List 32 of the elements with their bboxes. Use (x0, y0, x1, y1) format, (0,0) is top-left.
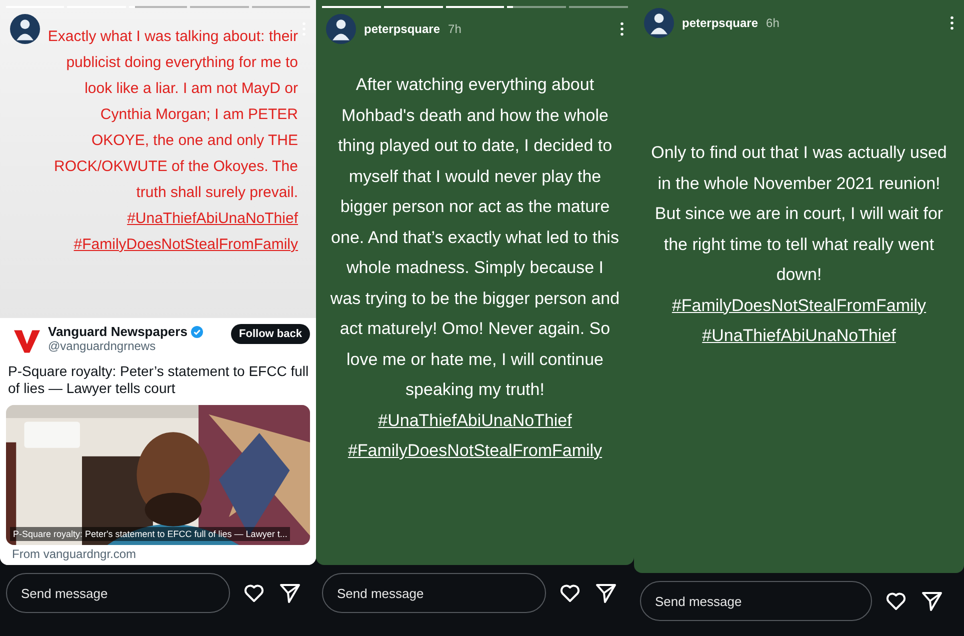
send-icon[interactable] (278, 581, 302, 605)
post-time: 6h (766, 16, 780, 30)
hashtag-link[interactable]: #UnaThiefAbiUnaNoThief (127, 206, 298, 232)
send-icon[interactable] (594, 581, 618, 605)
account-handle: @vanguardngrnews (48, 339, 157, 353)
more-options-icon[interactable] (620, 22, 624, 36)
hashtag-link[interactable]: #FamilyDoesNotStealFromFamily (672, 290, 926, 321)
username[interactable]: peterpsquare (364, 22, 440, 36)
follow-back-button[interactable]: Follow back (231, 324, 310, 344)
story-text: After watching everything about Mohbad's death and how the whole thing played out to date, I decided to myself that I would never play the bigger person nor act as the mature one. And that’s exactly what led to this whole madness. Simply because I was trying to be the bigger person and act maturely! Omo! Never again. So love me or hate me, I will continue speaking my truth! (330, 74, 620, 401)
hashtag-link[interactable]: #FamilyDoesNotStealFromFamily (348, 436, 602, 466)
hashtag-link[interactable]: #UnaThiefAbiUnaNoThief (702, 321, 896, 352)
send-icon[interactable] (920, 589, 944, 613)
hashtag-link[interactable]: #UnaThiefAbiUnaNoThief (378, 406, 572, 436)
story-text: Only to find out that I was actually used in the whole November 2021 reunion! But since we are in court, I will wait for the right time to tell what really went down! (650, 142, 948, 286)
send-message-field[interactable]: Send message (6, 573, 230, 613)
account-name: Vanguard Newspapers (48, 324, 188, 339)
image-caption: P-Square royalty: Peter's statement to EFCC full of lies — Lawyer t... (10, 527, 290, 541)
send-message-field[interactable]: Send message (640, 581, 872, 621)
link-source[interactable]: From vanguardngr.com (12, 547, 310, 561)
post-time: 7h (448, 22, 462, 36)
more-options-icon[interactable] (950, 16, 954, 30)
story-text: Exactly what I was talking about: their publicist doing everything for me to look like a liar. I am not MayD or Cynthia Morgan; I am PETER OKOYE, the one and only THE ROCK/OKWUTE of the Okoyes. The truth shall surely prevail. (46, 27, 298, 203)
avatar[interactable] (10, 14, 40, 44)
username[interactable]: peterpsquare (682, 16, 758, 30)
avatar[interactable] (644, 8, 674, 38)
avatar[interactable] (326, 14, 356, 44)
send-message-field[interactable]: Send message (322, 573, 546, 613)
tweet-text: P-Square royalty: Peter’s statement to EFCC full of lies — Lawyer tells court (8, 363, 310, 397)
verified-icon (191, 326, 204, 338)
v-logo-icon (14, 330, 40, 353)
hashtag-link[interactable]: #FamilyDoesNotStealFromFamily (74, 232, 298, 258)
